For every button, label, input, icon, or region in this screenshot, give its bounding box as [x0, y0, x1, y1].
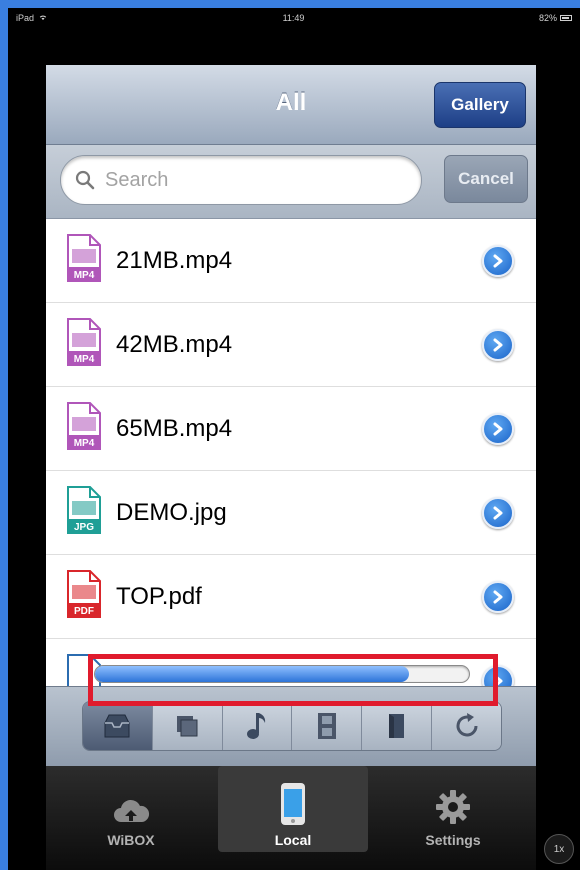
search-field[interactable] [60, 155, 422, 205]
tab-label-settings: Settings [425, 832, 481, 848]
gallery-button[interactable]: Gallery [434, 82, 526, 128]
list-item[interactable]: MP4 42MB.mp4 [46, 303, 536, 387]
music-icon [247, 713, 266, 739]
filter-toolbar [46, 686, 536, 766]
status-time: 11:49 [282, 13, 305, 23]
tab-bar: WiBOX Local Settings [46, 766, 536, 870]
file-name: 42MB.mp4 [116, 331, 233, 358]
svg-text:MP4: MP4 [74, 354, 95, 365]
iphone-icon [281, 783, 305, 825]
file-type-icon: JPG [66, 485, 102, 535]
file-type-icon: MP4 [66, 233, 102, 283]
filter-documents-button[interactable] [362, 702, 433, 750]
filter-music-button[interactable] [222, 702, 293, 750]
tab-settings[interactable]: Settings [378, 766, 528, 852]
detail-disclosure-button[interactable] [482, 581, 514, 613]
file-type-icon: MP4 [66, 317, 102, 367]
search-icon [75, 170, 95, 190]
file-name: 65MB.mp4 [116, 415, 233, 442]
detail-disclosure-button[interactable] [482, 329, 514, 361]
transfer-progress-bar [94, 665, 470, 683]
app-window: All Gallery Cancel MP4 21MB.mp4 MP4 42MB.mp… [46, 65, 536, 870]
filter-all-button[interactable] [83, 702, 153, 750]
file-type-icon: PDF [66, 569, 102, 619]
chevron-right-icon [493, 590, 503, 604]
inbox-icon [104, 714, 130, 738]
cloud-icon [114, 799, 150, 822]
document-icon [388, 714, 404, 738]
gear-icon [436, 790, 470, 824]
search-input[interactable] [105, 168, 395, 192]
list-item[interactable]: JPG DEMO.jpg [46, 471, 536, 555]
list-item[interactable]: MP4 65MB.mp4 [46, 387, 536, 471]
wifi-icon [38, 13, 48, 23]
navigation-bar: All Gallery [46, 65, 536, 145]
filter-photos-button[interactable] [152, 702, 223, 750]
detail-disclosure-button[interactable] [482, 497, 514, 529]
tab-wibox[interactable]: WiBOX [56, 766, 206, 852]
chevron-right-icon [493, 254, 503, 268]
file-name: TOP.pdf [116, 583, 202, 610]
search-bar: Cancel [46, 145, 536, 219]
filter-video-button[interactable] [292, 702, 363, 750]
tab-local[interactable]: Local [218, 766, 368, 852]
detail-disclosure-button[interactable] [482, 413, 514, 445]
refresh-icon [456, 713, 478, 737]
chevron-right-icon [493, 422, 503, 436]
svg-text:MP4: MP4 [74, 438, 95, 449]
svg-text:MP4: MP4 [74, 270, 95, 281]
battery-percent: 82% [538, 13, 557, 23]
filter-segmented-control [82, 701, 502, 751]
svg-text:PDF: PDF [74, 606, 94, 617]
file-name: 21MB.mp4 [116, 247, 233, 274]
video-icon [317, 713, 336, 739]
battery-icon [559, 15, 572, 21]
list-item[interactable]: MP4 21MB.mp4 [46, 219, 536, 303]
chevron-right-icon [493, 338, 503, 352]
tab-label-local: Local [274, 832, 312, 848]
chevron-right-icon [493, 506, 503, 520]
file-list: MP4 21MB.mp4 MP4 42MB.mp4 MP4 65MB.mp4 JPG DEMO… [46, 219, 536, 719]
status-bar: iPad 11:49 82% [8, 8, 580, 28]
carrier-label: iPad [16, 13, 35, 23]
photos-icon [177, 716, 198, 737]
progress-fill [95, 666, 410, 682]
refresh-button[interactable] [432, 702, 501, 750]
svg-text:JPG: JPG [74, 522, 94, 533]
file-type-icon: MP4 [66, 401, 102, 451]
list-item[interactable]: PDF TOP.pdf [46, 555, 536, 639]
file-name: DEMO.jpg [116, 499, 227, 526]
detail-disclosure-button[interactable] [482, 245, 514, 277]
cancel-button[interactable]: Cancel [444, 155, 528, 203]
tab-label-wibox: WiBOX [107, 832, 155, 848]
zoom-badge[interactable]: 1x [544, 834, 574, 864]
